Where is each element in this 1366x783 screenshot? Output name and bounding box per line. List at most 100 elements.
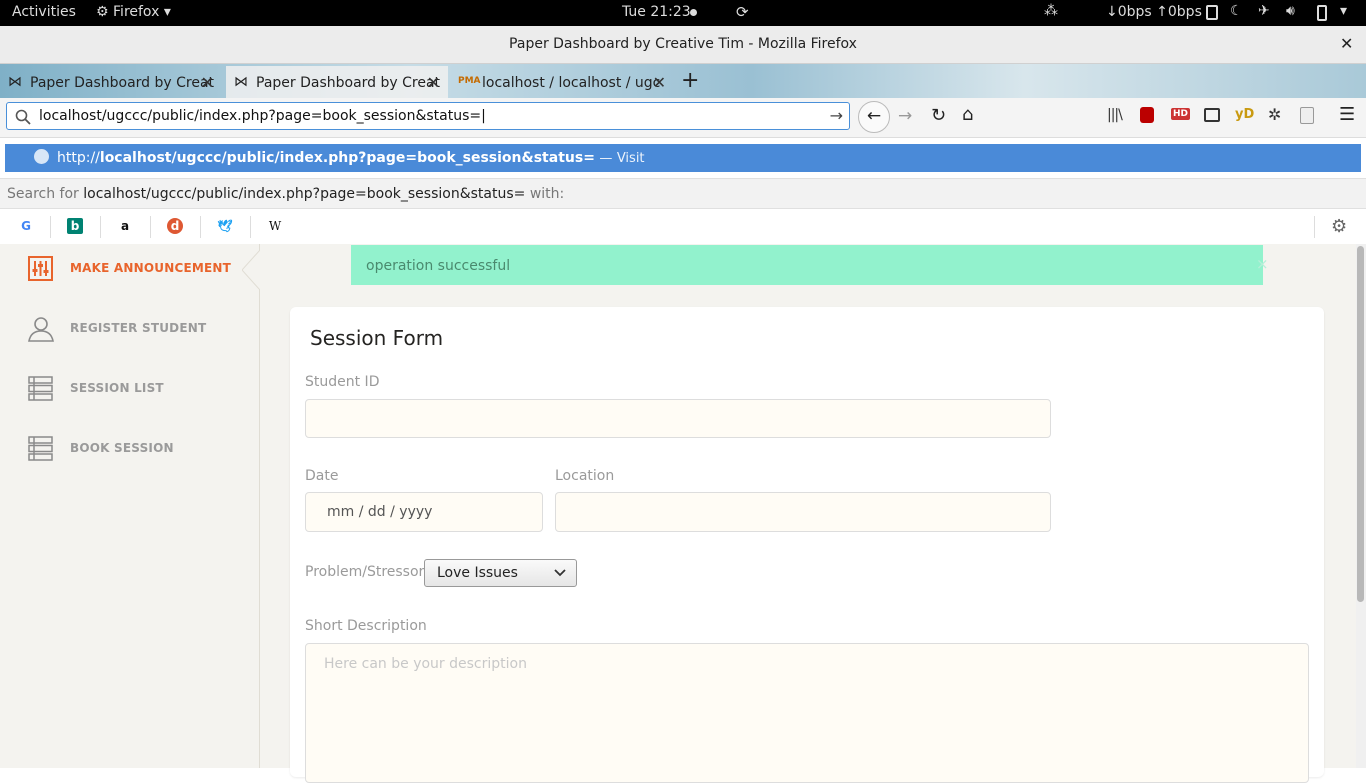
sidebar-item-book-session[interactable]: BOOK SESSION — [0, 424, 258, 474]
amazon-icon[interactable]: a — [117, 218, 133, 234]
tab-paper-dashboard-2[interactable]: ⋈ Paper Dashboard by Creat ✕ — [226, 66, 448, 98]
date-placeholder: mm / dd / yyyy — [327, 504, 433, 520]
phpmyadmin-icon: PMA — [458, 76, 481, 86]
twitter-icon[interactable]: 🕊︎ — [217, 218, 233, 234]
student-id-input[interactable] — [305, 399, 1051, 438]
chevron-down-icon — [554, 569, 566, 577]
active-pointer-caret — [242, 250, 260, 290]
problem-stressor-label: Problem/Stressor — [305, 564, 425, 580]
sidebar-item-session-list[interactable]: SESSION LIST — [0, 364, 258, 414]
session-form-card: Session Form Student ID Date mm / dd / y… — [290, 307, 1324, 783]
sidebar-item-label: BOOK SESSION — [70, 441, 174, 455]
sidebar-item-label: SESSION LIST — [70, 381, 164, 395]
apps-icon[interactable]: ⁂ — [1044, 3, 1058, 19]
sidebar-item-register-student[interactable]: REGISTER STUDENT — [0, 304, 258, 354]
airplane-mode-icon[interactable]: ✈ — [1258, 3, 1270, 19]
short-description-label: Short Description — [305, 618, 427, 634]
page-icon[interactable] — [1300, 107, 1314, 124]
search-suffix: with: — [529, 186, 565, 202]
back-icon[interactable]: ← — [858, 101, 890, 133]
search-query: localhost/ugccc/public/index.php?page=bo… — [83, 186, 526, 202]
window-close-icon[interactable]: ✕ — [1340, 34, 1353, 53]
tab-label: Paper Dashboard by Creat — [256, 75, 441, 91]
sidebar-item-make-announcement[interactable]: MAKE ANNOUNCEMENT — [0, 244, 260, 294]
alert-message: operation successful — [366, 258, 511, 274]
firefox-app-menu[interactable]: ⚙ Firefox ▾ — [96, 4, 171, 20]
go-arrow-icon[interactable]: → — [830, 106, 843, 125]
system-menu-chevron-icon[interactable]: ▾ — [1340, 3, 1347, 19]
home-icon[interactable]: ⌂ — [962, 104, 973, 125]
user-icon — [28, 317, 54, 342]
problem-selected-value: Love Issues — [437, 565, 518, 581]
navigation-toolbar: localhost/ugccc/public/index.php?page=bo… — [0, 98, 1366, 138]
list-icon — [28, 376, 53, 401]
tab-paper-dashboard-1[interactable]: ⋈ Paper Dashboard by Creat ✕ — [0, 66, 222, 98]
short-description-textarea[interactable]: Here can be your description — [305, 643, 1309, 783]
suggestion-url: localhost/ugccc/public/index.php?page=bo… — [99, 150, 595, 166]
volume-icon[interactable]: 🔊︎ — [1286, 3, 1295, 19]
tab-label: localhost / localhost / ugc — [482, 75, 661, 91]
divider — [100, 216, 101, 238]
tab-close-icon[interactable]: ✕ — [653, 73, 666, 92]
location-input[interactable] — [555, 492, 1051, 532]
search-prefix: Search for — [7, 186, 79, 202]
new-tab-plus-icon[interactable]: + — [681, 68, 699, 93]
wikipedia-icon[interactable]: W — [267, 218, 283, 234]
yd-extension-icon[interactable]: yD — [1235, 107, 1254, 122]
suggestion-separator: — — [599, 151, 613, 166]
description-placeholder: Here can be your description — [324, 656, 527, 672]
list-icon — [28, 436, 53, 461]
bing-icon[interactable]: b — [67, 218, 83, 234]
url-suggestion[interactable]: http://localhost/ugccc/public/index.php?… — [5, 144, 1361, 172]
clipboard-icon[interactable] — [1206, 5, 1218, 20]
problem-stressor-select[interactable]: Love Issues — [424, 559, 577, 587]
url-text: localhost/ugccc/public/index.php?page=bo… — [39, 108, 486, 124]
form-title: Session Form — [310, 326, 444, 350]
main-content: operation successful × Session Form Stud… — [260, 244, 1356, 783]
success-alert: operation successful × — [351, 245, 1269, 285]
location-label: Location — [555, 468, 615, 484]
activities-button[interactable]: Activities — [12, 4, 76, 20]
night-light-icon[interactable]: ☾ — [1230, 3, 1243, 19]
app-menu-label: Firefox — [113, 4, 160, 20]
window-title-bar: Paper Dashboard by Creative Tim - Mozill… — [0, 26, 1366, 64]
alert-close-icon[interactable]: × — [1256, 255, 1269, 273]
notification-dot-icon — [690, 9, 697, 16]
search-icon — [15, 109, 31, 125]
window-title: Paper Dashboard by Creative Tim - Mozill… — [509, 36, 857, 52]
hamburger-menu-icon[interactable]: ☰ — [1339, 104, 1355, 125]
forward-icon[interactable]: → — [898, 106, 912, 126]
clock[interactable]: Tue 21:23 — [622, 4, 691, 20]
system-top-bar: Activities ⚙ Firefox ▾ Tue 21:23 ⟳ ⁂ ↓0b… — [0, 0, 1366, 26]
tab-close-icon[interactable]: ✕ — [427, 73, 440, 92]
hd-extension-icon[interactable]: HD — [1171, 108, 1191, 120]
net-speed-indicator: ↓0bps ↑0bps — [1106, 4, 1202, 20]
tab-label: Paper Dashboard by Creat — [30, 75, 215, 91]
reload-icon[interactable]: ↻ — [931, 105, 946, 126]
sidebar: MAKE ANNOUNCEMENT REGISTER STUDENT SESSI… — [0, 244, 260, 768]
tab-close-icon[interactable]: ✕ — [201, 73, 214, 92]
google-icon[interactable]: G — [18, 218, 34, 234]
reader-view-icon[interactable] — [1204, 108, 1220, 122]
divider — [50, 216, 51, 238]
url-bar[interactable]: localhost/ugccc/public/index.php?page=bo… — [6, 102, 850, 130]
page-scrollbar[interactable] — [1356, 244, 1366, 768]
bow-tie-icon: ⋈ — [234, 74, 248, 90]
divider — [150, 216, 151, 238]
search-settings-gear-icon[interactable]: ⚙ — [1331, 216, 1347, 237]
refresh-icon[interactable]: ⟳ — [736, 3, 749, 21]
scrollbar-thumb[interactable] — [1357, 246, 1364, 602]
tab-phpmyadmin[interactable]: PMA localhost / localhost / ugc ✕ — [452, 66, 674, 98]
divider — [1314, 216, 1315, 238]
library-icon[interactable]: |||\ — [1107, 107, 1123, 123]
tab-strip: ⋈ Paper Dashboard by Creat ✕ ⋈ Paper Das… — [0, 64, 1366, 98]
bow-tie-icon: ⋈ — [8, 74, 22, 90]
divider — [200, 216, 201, 238]
ublock-icon[interactable] — [1140, 107, 1154, 123]
battery-icon[interactable] — [1317, 5, 1327, 21]
date-input[interactable]: mm / dd / yyyy — [305, 492, 543, 532]
duckduckgo-icon[interactable]: d — [167, 218, 183, 234]
firefox-app-icon: ⚙ — [96, 4, 109, 20]
date-label: Date — [305, 468, 339, 484]
gnome-extension-icon[interactable]: ✲ — [1268, 105, 1281, 124]
